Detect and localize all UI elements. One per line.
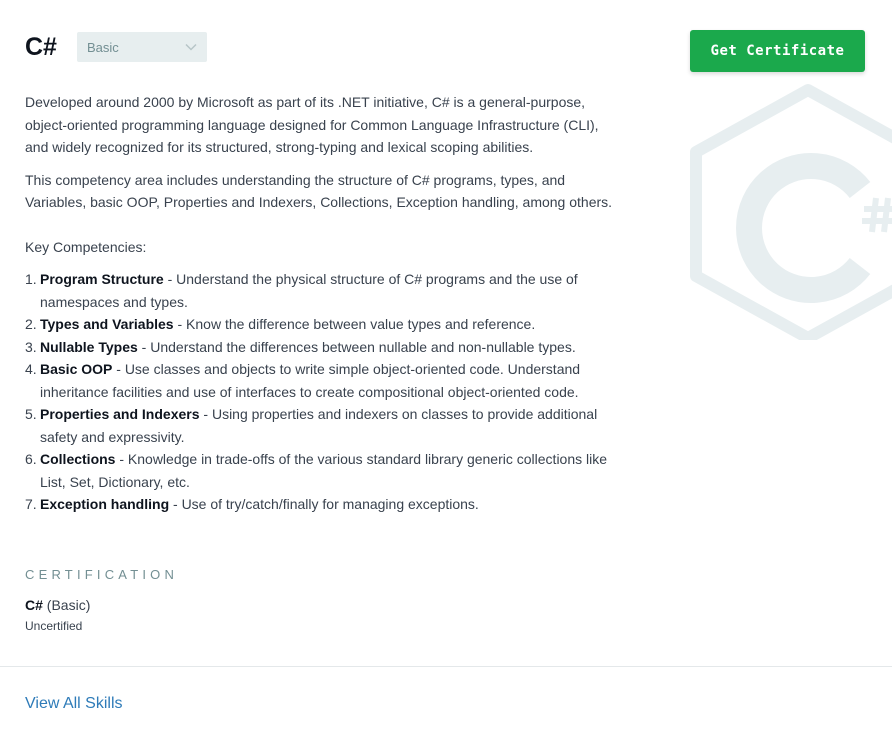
certification-section-label: CERTIFICATION bbox=[25, 567, 179, 582]
competency-desc: - Know the difference between value type… bbox=[173, 316, 536, 332]
skill-header: C# Basic bbox=[25, 32, 207, 62]
list-item-number: 1. bbox=[25, 271, 37, 287]
competency-list: 1. Program Structure - Understand the ph… bbox=[25, 268, 615, 516]
get-certificate-button[interactable]: Get Certificate bbox=[690, 30, 865, 72]
level-dropdown-value: Basic bbox=[86, 39, 119, 55]
divider bbox=[0, 666, 892, 667]
key-competencies-heading: Key Competencies: bbox=[25, 238, 147, 255]
description-paragraph: Developed around 2000 by Microsoft as pa… bbox=[25, 94, 599, 155]
competency-name: Exception handling bbox=[40, 496, 170, 512]
list-item: 7. Exception handling - Use of try/catch… bbox=[25, 493, 615, 516]
description-paragraph: This competency area includes understand… bbox=[25, 171, 613, 211]
competency-name: Collections bbox=[40, 451, 116, 467]
certification-skill-level: (Basic) bbox=[42, 597, 91, 613]
list-item-number: 4. bbox=[25, 361, 37, 377]
list-item-number: 5. bbox=[25, 406, 37, 422]
csharp-logo-icon bbox=[690, 84, 892, 340]
competency-desc: - Use of try/catch/finally for managing … bbox=[169, 496, 479, 512]
list-item: 6. Collections - Knowledge in trade-offs… bbox=[25, 448, 615, 493]
competency-desc: - Knowledge in trade-offs of the various… bbox=[40, 451, 608, 490]
competency-name: Program Structure bbox=[40, 271, 164, 287]
list-item: 4. Basic OOP - Use classes and objects t… bbox=[25, 358, 615, 403]
list-item: 5. Properties and Indexers - Using prope… bbox=[25, 403, 615, 448]
skill-description: Developed around 2000 by Microsoft as pa… bbox=[25, 91, 615, 516]
view-all-skills-link[interactable]: View All Skills bbox=[25, 695, 123, 713]
list-item: 1. Program Structure - Understand the ph… bbox=[25, 268, 615, 313]
competency-name: Properties and Indexers bbox=[40, 406, 200, 422]
certification-skill-name: C# bbox=[25, 597, 43, 613]
competency-name: Nullable Types bbox=[40, 338, 138, 355]
competency-name: Basic OOP bbox=[40, 361, 113, 377]
page-title: C# bbox=[25, 33, 57, 61]
list-item: 3. Nullable Types - Understand the diffe… bbox=[25, 336, 615, 359]
list-item-number: 7. bbox=[25, 496, 37, 512]
list-item-number: 3. bbox=[25, 338, 37, 355]
list-item-number: 2. bbox=[25, 316, 37, 332]
competency-desc: - Use classes and objects to write simpl… bbox=[40, 361, 581, 400]
certification-skill: C# (Basic) bbox=[25, 597, 90, 613]
list-item-number: 6. bbox=[25, 451, 37, 467]
competency-name: Types and Variables bbox=[40, 316, 174, 332]
chevron-down-icon bbox=[185, 43, 197, 51]
level-dropdown[interactable]: Basic bbox=[76, 32, 207, 62]
certification-status: Uncertified bbox=[25, 619, 83, 633]
list-item: 2. Types and Variables - Know the differ… bbox=[25, 313, 615, 336]
competency-desc: - Understand the differences between nul… bbox=[137, 338, 576, 355]
